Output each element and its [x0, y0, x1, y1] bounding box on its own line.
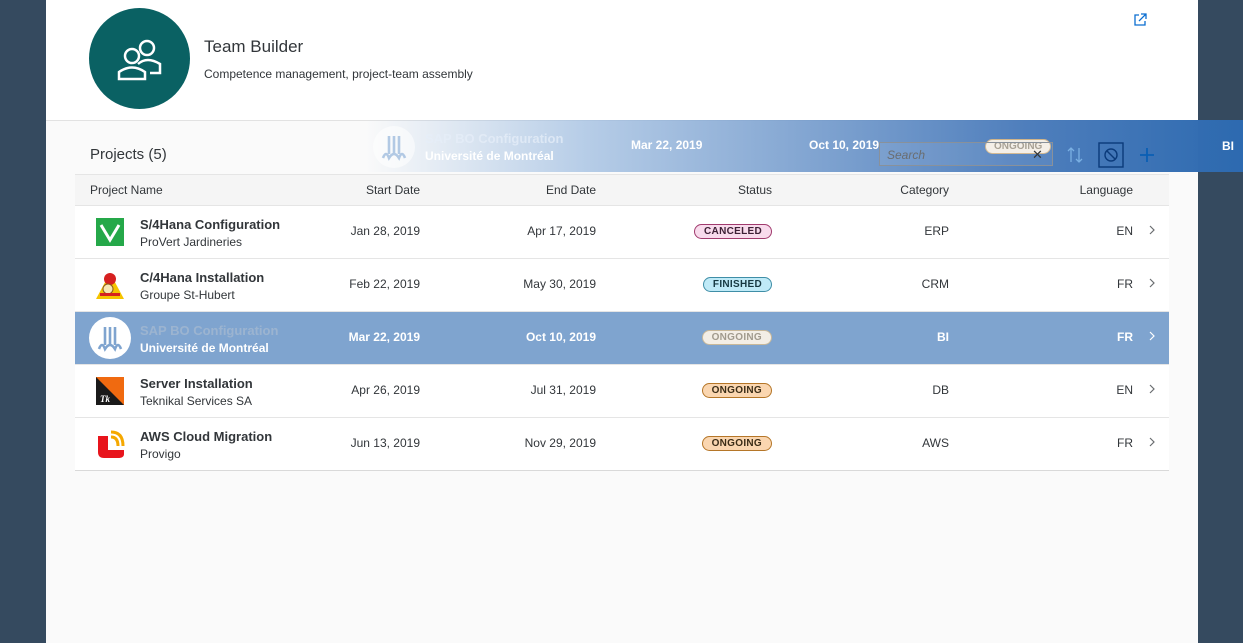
- app-header: Team Builder Competence management, proj…: [46, 0, 1198, 121]
- table-row[interactable]: Tk Server Installation Teknikal Services…: [75, 365, 1169, 418]
- col-start-date[interactable]: Start Date: [366, 183, 420, 197]
- customer-name: Université de Montréal: [140, 341, 269, 355]
- block-icon: [1098, 142, 1124, 168]
- chevron-right-icon: [1149, 278, 1155, 288]
- add-button[interactable]: [1134, 142, 1160, 168]
- chevron-right-icon: [1149, 437, 1155, 447]
- language: FR: [1117, 330, 1133, 344]
- app-subtitle: Competence management, project-team asse…: [204, 67, 473, 81]
- sort-button[interactable]: [1062, 142, 1088, 168]
- category: AWS: [922, 436, 949, 450]
- share-icon[interactable]: [1132, 12, 1148, 28]
- start-date: Mar 22, 2019: [348, 330, 420, 344]
- col-project-name[interactable]: Project Name: [90, 183, 163, 197]
- ghost-end-date: Oct 10, 2019: [809, 138, 880, 152]
- udem-logo: [89, 317, 131, 359]
- ghost-category: BI: [1222, 139, 1234, 153]
- chevron-right-icon: [1149, 225, 1155, 235]
- table-header: Project Name Start Date End Date Status …: [75, 174, 1169, 206]
- chevron-right-icon: [1149, 384, 1155, 394]
- svg-text:Tk: Tk: [100, 394, 110, 404]
- customer-name: ProVert Jardineries: [140, 235, 243, 249]
- category: ERP: [924, 224, 949, 238]
- language: EN: [1116, 383, 1133, 397]
- start-date: Jun 13, 2019: [350, 436, 420, 450]
- st-hubert-logo: [94, 269, 126, 301]
- teknikal-logo: Tk: [94, 375, 126, 407]
- plus-icon: [1140, 148, 1154, 162]
- col-category[interactable]: Category: [900, 183, 949, 197]
- cancel-button[interactable]: [1098, 142, 1124, 168]
- customer-name: Teknikal Services SA: [140, 394, 253, 408]
- language: EN: [1116, 224, 1133, 238]
- status-badge: ONGOING: [701, 436, 772, 451]
- language: FR: [1117, 436, 1133, 450]
- status-badge: CANCELED: [694, 224, 772, 239]
- category: CRM: [921, 277, 949, 291]
- end-date: Jul 31, 2019: [530, 383, 596, 397]
- status-badge: ONGOING: [701, 330, 772, 345]
- ghost-start-date: Mar 22, 2019: [631, 138, 703, 152]
- udem-logo-ghost: [373, 126, 415, 168]
- table-row[interactable]: C/4Hana Installation Groupe St-Hubert Fe…: [75, 259, 1169, 312]
- start-date: Feb 22, 2019: [349, 277, 420, 291]
- projects-table: Project Name Start Date End Date Status …: [75, 174, 1169, 471]
- search-placeholder: Search: [887, 148, 926, 162]
- category: DB: [932, 383, 949, 397]
- start-date: Apr 26, 2019: [351, 383, 420, 397]
- search-input[interactable]: Search ✕: [879, 142, 1053, 166]
- project-name: SAP BO Configuration: [140, 323, 279, 338]
- language: FR: [1117, 277, 1133, 291]
- start-date: Jan 28, 2019: [350, 224, 420, 238]
- table-row-selected[interactable]: SAP BO Configuration Université de Montr…: [75, 312, 1169, 365]
- end-date: Nov 29, 2019: [524, 436, 596, 450]
- sort-icon: [1067, 147, 1083, 163]
- table-row[interactable]: S/4Hana Configuration ProVert Jardinerie…: [75, 206, 1169, 259]
- provigo-logo: [94, 428, 126, 460]
- chevron-right-icon: [1149, 331, 1155, 341]
- clear-icon[interactable]: ✕: [1032, 147, 1043, 163]
- customer-name: Provigo: [140, 447, 181, 461]
- ghost-project-name: SAP BO Configuration: [425, 131, 564, 146]
- app-title: Team Builder: [204, 37, 304, 56]
- end-date: Apr 17, 2019: [527, 224, 596, 238]
- end-date: Oct 10, 2019: [525, 330, 596, 344]
- table-row[interactable]: AWS Cloud Migration Provigo Jun 13, 2019…: [75, 418, 1169, 470]
- project-name: C/4Hana Installation: [140, 270, 265, 285]
- projects-title: Projects (5): [90, 146, 167, 163]
- project-name: Server Installation: [140, 376, 253, 391]
- col-end-date[interactable]: End Date: [546, 183, 596, 197]
- status-badge: FINISHED: [702, 277, 772, 292]
- customer-name: Groupe St-Hubert: [140, 288, 235, 302]
- team-icon: [117, 39, 161, 80]
- category: BI: [937, 330, 949, 344]
- team-avatar: [89, 8, 190, 109]
- col-status[interactable]: Status: [738, 183, 772, 197]
- project-name: S/4Hana Configuration: [140, 217, 281, 232]
- provert-logo: [94, 216, 126, 248]
- ghost-customer-name: Université de Montréal: [425, 149, 554, 163]
- end-date: May 30, 2019: [523, 277, 596, 291]
- project-name: AWS Cloud Migration: [140, 429, 273, 444]
- app-shell: Team Builder Competence management, proj…: [46, 0, 1198, 643]
- col-language[interactable]: Language: [1080, 183, 1133, 197]
- status-badge: ONGOING: [701, 383, 772, 398]
